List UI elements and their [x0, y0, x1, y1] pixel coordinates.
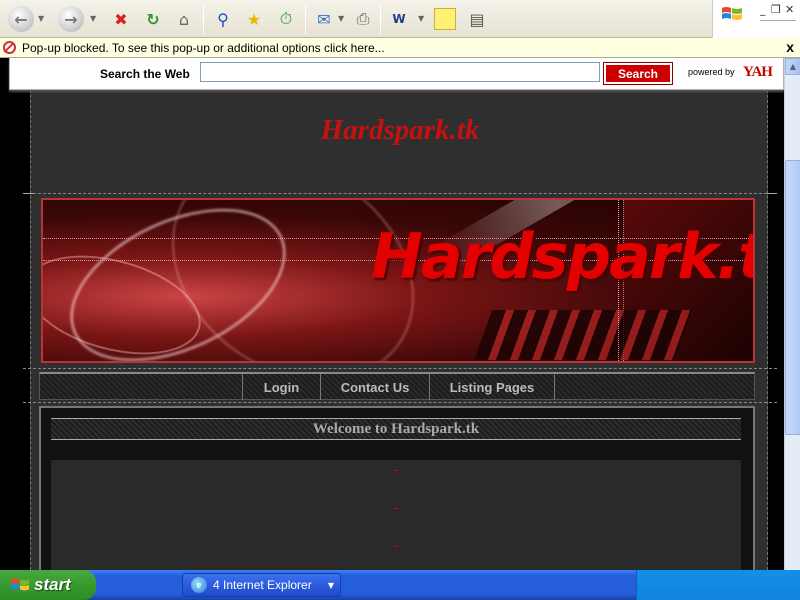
forward-dropdown-icon[interactable]: ▼	[90, 14, 96, 23]
scroll-up-icon[interactable]: ▲	[785, 58, 800, 75]
window-divider	[760, 20, 796, 21]
minimize-button[interactable]: _	[760, 3, 766, 16]
forward-icon[interactable]: →	[58, 6, 84, 32]
start-button[interactable]: start	[0, 570, 96, 600]
content-marker	[394, 470, 399, 471]
page-viewport: Hardspark.tk Hardspark.tk Login Contact …	[0, 58, 784, 570]
windows-logo	[712, 0, 756, 38]
site-banner: Hardspark.tk	[41, 198, 755, 363]
vertical-scrollbar[interactable]: ▲	[784, 58, 800, 570]
banner-logo-text: Hardspark.tk	[371, 220, 753, 293]
web-search-bar: Search the Web Search powered by YAH	[9, 58, 784, 90]
search-icon[interactable]: ⚲	[210, 6, 236, 32]
system-tray	[636, 570, 800, 600]
history-icon[interactable]: ⏱	[273, 6, 299, 32]
research-icon[interactable]: ▤	[464, 6, 490, 32]
powered-by-text: powered by	[688, 67, 735, 77]
refresh-icon[interactable]: ↻	[140, 6, 166, 32]
nav-login[interactable]: Login	[242, 374, 320, 400]
stop-icon[interactable]: ✖	[108, 6, 134, 32]
home-icon[interactable]: ⌂	[171, 6, 197, 32]
word-dropdown-icon[interactable]: ▼	[418, 14, 424, 23]
toolbar-separator	[380, 4, 381, 34]
mail-dropdown-icon[interactable]: ▼	[338, 14, 344, 23]
nav-listing-pages[interactable]: Listing Pages	[429, 374, 555, 400]
infobar-close-icon[interactable]: x	[786, 39, 794, 55]
search-button[interactable]: Search	[603, 62, 673, 85]
favorites-icon[interactable]: ★	[241, 6, 267, 32]
window-controls: _ ❐ ✕	[756, 0, 800, 38]
taskbar-item-internet-explorer[interactable]: e 4 Internet Explorer ▼	[182, 573, 341, 597]
nav-contact-us[interactable]: Contact Us	[320, 374, 429, 400]
notes-icon[interactable]	[434, 8, 456, 30]
mail-icon[interactable]: ✉	[311, 6, 337, 32]
scroll-thumb[interactable]	[785, 160, 800, 435]
print-icon[interactable]: ⎙	[350, 6, 376, 32]
internet-explorer-icon: e	[191, 577, 207, 593]
content-marker	[394, 508, 399, 509]
windows-taskbar: start e 4 Internet Explorer ▼	[0, 570, 800, 600]
restore-button[interactable]: ❐	[771, 3, 781, 16]
banner-stripes	[473, 310, 693, 360]
layout-guide	[23, 402, 777, 403]
layout-guide	[23, 193, 777, 194]
word-icon[interactable]: W	[386, 6, 412, 32]
site-page: Hardspark.tk Hardspark.tk Login Contact …	[23, 90, 777, 570]
back-dropdown-icon[interactable]: ▼	[38, 14, 44, 23]
blocked-icon	[3, 41, 16, 54]
layout-guide	[23, 368, 777, 369]
browser-toolbar: ← ▼ → ▼ ✖ ↻ ⌂ ⚲ ★ ⏱ ✉ ▼ ⎙ W ▼ ▤	[0, 0, 800, 38]
toolbar-separator	[305, 4, 306, 34]
content-marker	[394, 546, 399, 547]
yahoo-logo[interactable]: YAH	[743, 64, 773, 81]
chevron-down-icon: ▼	[327, 581, 334, 590]
infobar-text[interactable]: Pop-up blocked. To see this pop-up or ad…	[22, 41, 385, 55]
search-input[interactable]	[200, 62, 600, 82]
taskbar-item-label: 4 Internet Explorer	[213, 578, 312, 592]
welcome-panel: Welcome to Hardspark.tk	[39, 406, 755, 570]
windows-flag-icon	[10, 578, 30, 591]
welcome-content	[51, 460, 741, 570]
search-label: Search the Web	[100, 67, 190, 81]
back-icon[interactable]: ←	[8, 6, 34, 32]
popup-blocked-infobar[interactable]: Pop-up blocked. To see this pop-up or ad…	[0, 38, 800, 58]
site-title: Hardspark.tk	[320, 114, 480, 146]
guide-tick	[767, 193, 777, 194]
start-label: start	[34, 575, 71, 594]
welcome-heading: Welcome to Hardspark.tk	[51, 418, 741, 440]
guide-tick	[23, 193, 33, 194]
toolbar-separator	[203, 4, 204, 34]
site-nav: Login Contact Us Listing Pages	[39, 372, 755, 400]
close-button[interactable]: ✕	[785, 3, 794, 16]
windows-flag-icon	[722, 7, 742, 20]
